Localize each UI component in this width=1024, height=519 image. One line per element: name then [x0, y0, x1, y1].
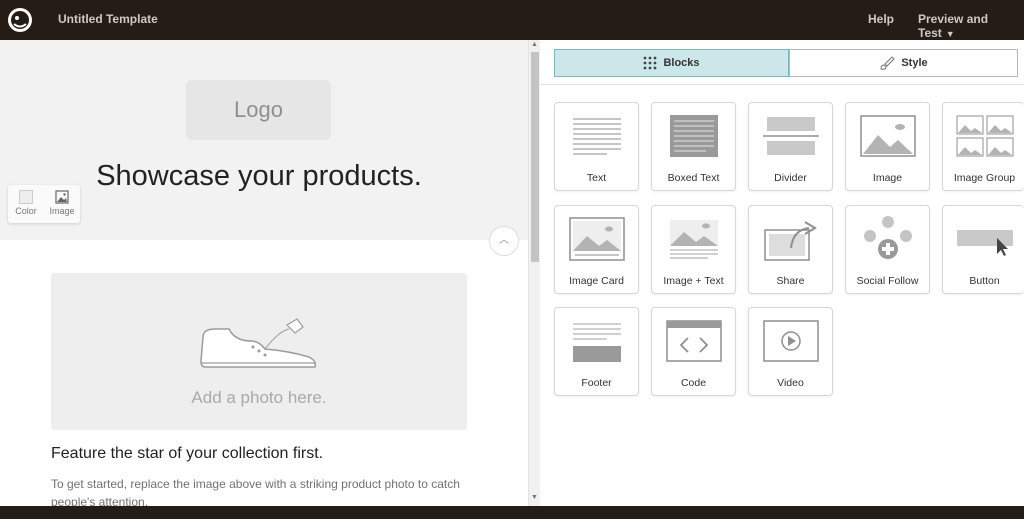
block-image[interactable]: Image	[845, 102, 930, 191]
grid-dots-icon	[644, 56, 657, 70]
mailchimp-logo-icon[interactable]	[5, 5, 35, 35]
block-label: Divider	[774, 172, 807, 184]
block-image-text[interactable]: Image + Text	[651, 205, 736, 294]
tab-style[interactable]: Style	[789, 49, 1018, 77]
image-block-icon	[860, 115, 916, 157]
code-icon	[666, 320, 722, 362]
feature-description[interactable]: To get started, replace the image above …	[51, 475, 471, 506]
block-button[interactable]: Button	[942, 205, 1024, 294]
block-image-group[interactable]: Image Group	[942, 102, 1024, 191]
color-option[interactable]: Color	[8, 190, 44, 216]
shoe-icon	[200, 318, 317, 368]
image-placeholder[interactable]: Add a photo here.	[51, 273, 467, 430]
block-label: Image + Text	[663, 275, 724, 287]
block-share[interactable]: Share	[748, 205, 833, 294]
block-code[interactable]: Code	[651, 307, 736, 396]
social-follow-icon	[864, 216, 912, 259]
scroll-up-icon[interactable]: ▲	[531, 41, 538, 48]
image-group-icon	[956, 115, 1014, 157]
block-image-card[interactable]: Image Card	[554, 205, 639, 294]
photo-placeholder-text: Add a photo here.	[191, 388, 327, 407]
block-label: Share	[776, 275, 805, 287]
block-label: Code	[680, 377, 707, 389]
button-block-icon	[957, 230, 1013, 256]
color-swatch-icon	[19, 190, 33, 204]
block-boxed-text[interactable]: Boxed Text	[651, 102, 736, 191]
block-text[interactable]: Text	[554, 102, 639, 191]
scrollbar-thumb[interactable]	[531, 52, 539, 262]
block-label: Footer	[581, 377, 612, 389]
color-option-label: Color	[15, 206, 37, 216]
tab-blocks[interactable]: Blocks	[554, 49, 789, 77]
tab-blocks-label: Blocks	[663, 57, 700, 69]
tab-style-label: Style	[901, 57, 928, 69]
block-divider[interactable]: Divider	[748, 102, 833, 191]
content-panel: Blocks Style Text Boxed Text Divider Ima…	[540, 40, 1024, 506]
text-block-icon	[573, 118, 621, 155]
chevron-up-icon: ︿	[499, 235, 509, 246]
boxed-text-icon	[670, 115, 718, 157]
image-option[interactable]: Image	[44, 190, 80, 216]
email-canvas[interactable]: Logo Showcase your products. Color Image…	[0, 40, 528, 506]
block-label: Boxed Text	[667, 172, 720, 184]
scroll-down-icon[interactable]: ▼	[531, 494, 538, 501]
chevron-down-icon: ▼	[945, 29, 955, 39]
top-bar: Untitled Template Help Preview and Test ▼	[0, 0, 1024, 40]
panel-tabs: Blocks Style	[554, 49, 1018, 77]
block-label: Video	[777, 377, 804, 389]
image-icon	[55, 190, 69, 204]
footer-icon	[573, 323, 621, 362]
share-icon	[764, 221, 817, 261]
divider-icon	[763, 117, 819, 155]
paint-brush-icon	[880, 56, 896, 70]
image-option-label: Image	[49, 206, 75, 216]
block-label: Image Card	[569, 275, 624, 287]
background-toolbar: Color Image	[8, 185, 80, 223]
header-section[interactable]: Logo Showcase your products. Color Image	[0, 40, 528, 240]
bottom-bar	[0, 506, 1024, 519]
block-label: Button	[969, 275, 1000, 287]
editor-scrollbar[interactable]: ▲ ▼	[528, 40, 540, 506]
video-icon	[763, 320, 819, 362]
preview-and-test-button[interactable]: Preview and Test ▼	[918, 12, 1024, 40]
image-text-icon	[670, 220, 718, 259]
block-label: Text	[586, 172, 607, 184]
block-video[interactable]: Video	[748, 307, 833, 396]
block-footer[interactable]: Footer	[554, 307, 639, 396]
block-label: Image Group	[953, 172, 1016, 184]
feature-heading[interactable]: Feature the star of your collection firs…	[51, 445, 323, 463]
block-label: Social Follow	[856, 275, 919, 287]
help-link[interactable]: Help	[868, 12, 894, 26]
panel-divider	[540, 84, 1024, 85]
collapse-toggle-button[interactable]: ︿	[489, 226, 519, 256]
block-social-follow[interactable]: Social Follow	[845, 205, 930, 294]
logo-placeholder[interactable]: Logo	[186, 80, 331, 140]
template-title[interactable]: Untitled Template	[58, 12, 158, 26]
image-card-icon	[569, 217, 625, 261]
block-label: Image	[872, 172, 903, 184]
